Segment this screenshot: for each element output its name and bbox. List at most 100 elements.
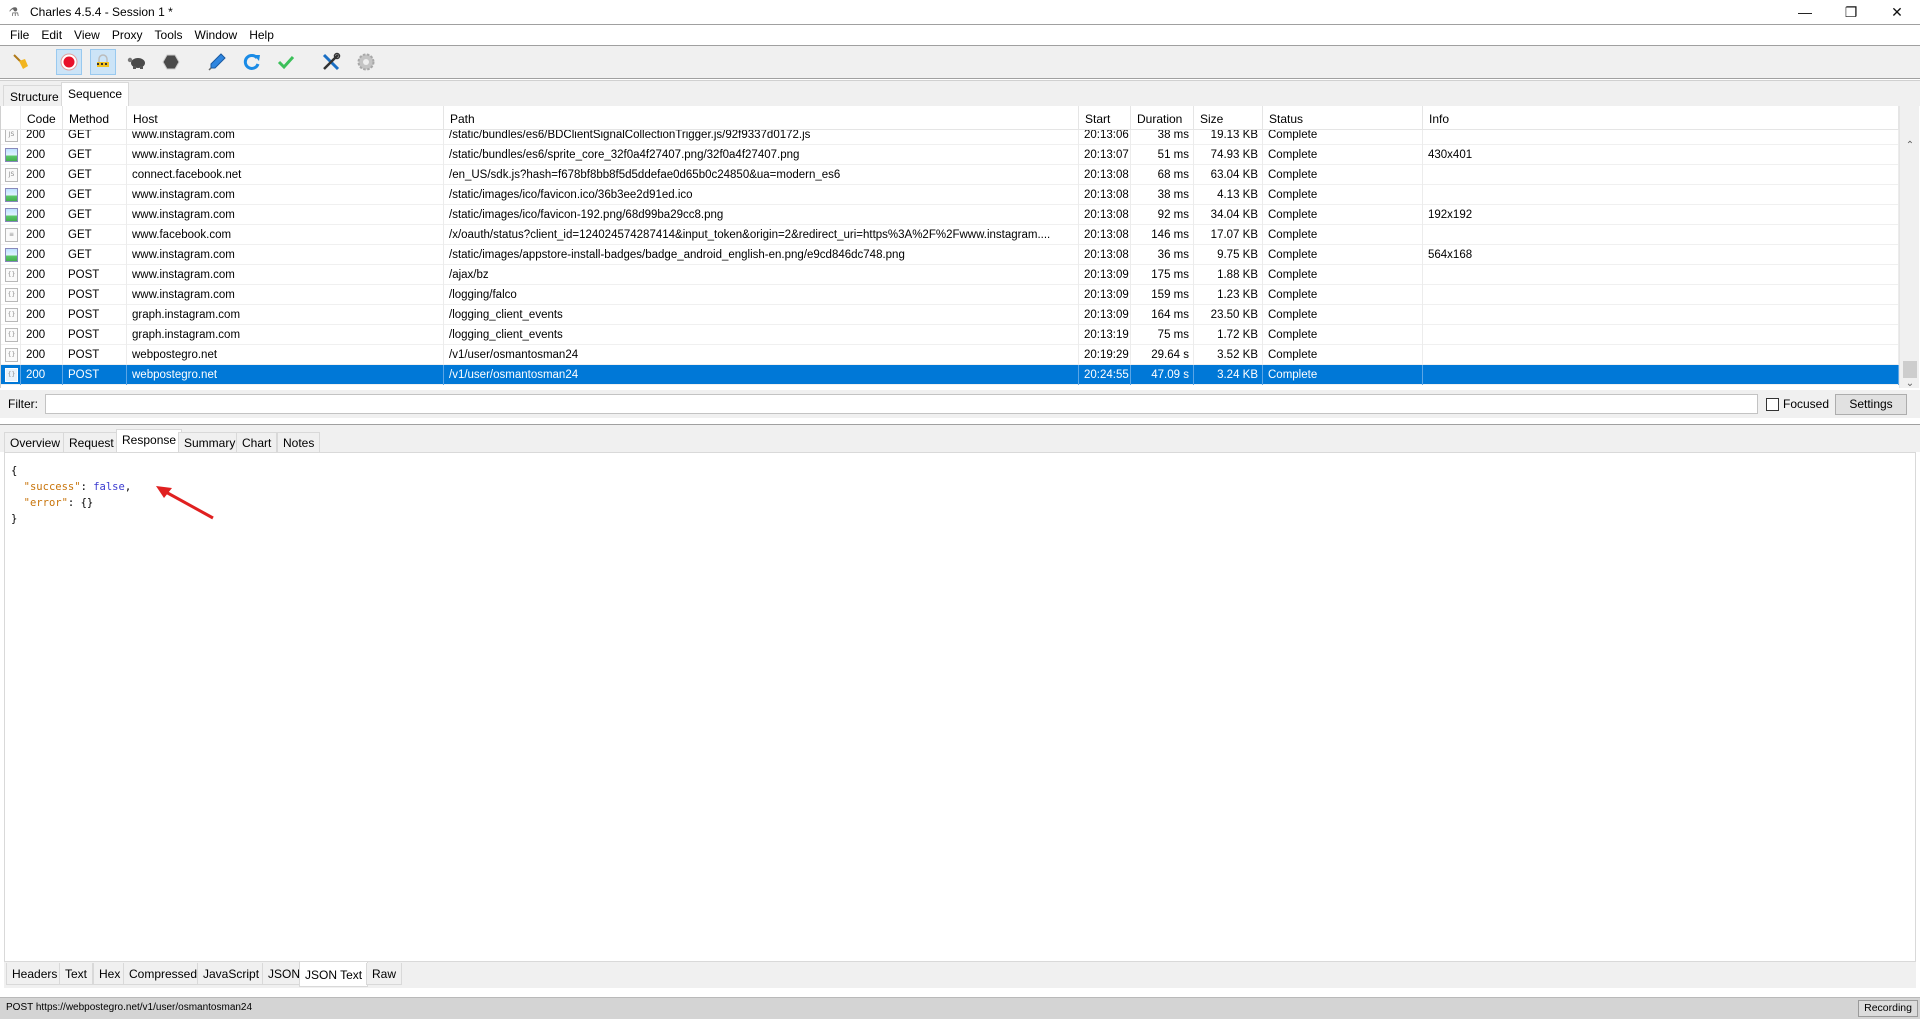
table-row-selected[interactable]: {} 200 POST webpostegro.net/v1/user/osmanto…	[1, 365, 1899, 385]
cell-size: 1.88 KB	[1194, 265, 1263, 285]
tab-summary[interactable]: Summary	[178, 432, 242, 452]
cell-host: www.instagram.com	[127, 205, 444, 225]
cell-path: /v1/user/osmantosman24	[444, 345, 1079, 365]
tab-raw[interactable]: Raw	[366, 963, 403, 985]
breakpoints-button[interactable]	[158, 49, 184, 75]
cell-path: /x/oauth/status?client_id=12402457428741…	[444, 225, 1079, 245]
json-punct	[11, 481, 24, 493]
filter-input[interactable]	[45, 394, 1758, 414]
menu-proxy[interactable]: Proxy	[106, 25, 149, 45]
table-row[interactable]: {} 200 POST webpostegro.net/v1/user/osmanto…	[1, 345, 1899, 365]
table-row[interactable]: 200 GET www.instagram.com/static/bundles/e…	[1, 145, 1899, 165]
table-row[interactable]: {} 200 POST www.instagram.com/ajax/bz 20:13:…	[1, 265, 1899, 285]
cell-host: www.instagram.com	[127, 145, 444, 165]
menu-tools[interactable]: Tools	[149, 25, 189, 45]
menu-help[interactable]: Help	[243, 25, 280, 45]
focused-label[interactable]: Focused	[1783, 397, 1829, 411]
cell-code: 200	[21, 325, 63, 345]
cell-method: POST	[63, 365, 127, 385]
cell-status: Complete	[1263, 345, 1423, 365]
column-header-duration[interactable]: Duration	[1131, 106, 1194, 130]
tab-hex[interactable]: Hex	[93, 963, 127, 985]
tab-notes[interactable]: Notes	[277, 432, 321, 452]
cell-path: /logging_client_events	[444, 305, 1079, 325]
tab-headers[interactable]: Headers	[6, 963, 64, 985]
cell-code: 200	[21, 265, 63, 285]
settings-toolbar-button[interactable]	[353, 49, 379, 75]
column-header-info[interactable]: Info	[1423, 106, 1899, 130]
cell-host: webpostegro.net	[127, 345, 444, 365]
column-header-size[interactable]: Size	[1194, 106, 1263, 130]
restore-button[interactable]: ❐	[1828, 0, 1874, 24]
throttling-button[interactable]	[124, 49, 150, 75]
tab-javascript[interactable]: JavaScript	[197, 963, 266, 985]
column-header-type[interactable]	[1, 106, 21, 130]
minimize-button[interactable]: —	[1782, 0, 1828, 24]
json-text[interactable]: { "success": false, "error": {}}	[11, 463, 131, 527]
scroll-down-icon[interactable]: ⌄	[1900, 376, 1920, 388]
tab-compressed[interactable]: Compressed	[123, 963, 204, 985]
column-header-path[interactable]: Path	[444, 106, 1079, 130]
tab-text[interactable]: Text	[59, 963, 94, 985]
column-header-start[interactable]: Start	[1079, 106, 1131, 130]
json-file-icon: {}	[5, 348, 18, 362]
table-row[interactable]: JS 200 GET connect.facebook.net/en_US/sdk.j…	[1, 165, 1899, 185]
scroll-up-icon[interactable]: ⌃	[1900, 138, 1920, 154]
menu-view[interactable]: View	[68, 25, 106, 45]
cell-size: 23.50 KB	[1194, 305, 1263, 325]
cell-info	[1423, 265, 1899, 285]
recording-indicator[interactable]: Recording	[1858, 1000, 1918, 1017]
json-file-icon: {}	[5, 268, 18, 282]
json-key: "success"	[23, 481, 81, 493]
menu-edit[interactable]: Edit	[35, 25, 68, 45]
tab-response[interactable]: Response	[116, 429, 183, 452]
table-row[interactable]: {} 200 POST graph.instagram.com/logging_cli…	[1, 325, 1899, 345]
table-row[interactable]: 200 GET www.instagram.com/static/images/ap…	[1, 245, 1899, 265]
column-header-method[interactable]: Method	[63, 106, 127, 130]
table-row[interactable]: 200 GET www.instagram.com/static/images/ic…	[1, 185, 1899, 205]
ssl-proxying-button[interactable]	[90, 49, 116, 75]
column-header-code[interactable]: Code	[21, 106, 63, 130]
tab-json-text[interactable]: JSON Text	[299, 962, 369, 987]
table-scrollbar[interactable]: ⌃ ⌄	[1899, 106, 1919, 388]
table-row[interactable]: JS 200 GET www.instagram.com/static/bundles…	[1, 130, 1899, 145]
tab-request[interactable]: Request	[63, 432, 120, 452]
minimize-icon: —	[1798, 4, 1812, 20]
focused-checkbox[interactable]	[1766, 398, 1779, 411]
cell-method: POST	[63, 345, 127, 365]
toolbar	[0, 46, 1920, 79]
validate-button[interactable]	[273, 49, 299, 75]
record-button[interactable]	[56, 49, 82, 75]
table-row[interactable]: {} 200 POST www.instagram.com/logging/falco…	[1, 285, 1899, 305]
cell-info	[1423, 365, 1899, 385]
table-row[interactable]: {} 200 POST graph.instagram.com/logging_cli…	[1, 305, 1899, 325]
menu-window[interactable]: Window	[189, 25, 244, 45]
cell-start: 20:13:08	[1079, 185, 1131, 205]
repeat-button[interactable]	[239, 49, 265, 75]
cell-method: GET	[63, 225, 127, 245]
cell-status: Complete	[1263, 145, 1423, 165]
tab-structure[interactable]: Structure	[3, 85, 66, 107]
tab-overview[interactable]: Overview	[4, 432, 67, 452]
cell-size: 19.13 KB	[1194, 130, 1263, 145]
cell-status: Complete	[1263, 130, 1423, 145]
clear-session-button[interactable]	[8, 49, 34, 75]
cell-type	[1, 145, 21, 165]
compose-button[interactable]	[204, 49, 230, 75]
response-body[interactable]: { "success": false, "error": {}}	[4, 452, 1916, 962]
column-header-status[interactable]: Status	[1263, 106, 1423, 130]
menu-file[interactable]: File	[4, 25, 35, 45]
gear-icon	[357, 53, 375, 71]
tab-sequence[interactable]: Sequence	[61, 82, 130, 107]
column-header-host[interactable]: Host	[127, 106, 444, 130]
tools-button[interactable]	[318, 49, 344, 75]
table-row[interactable]: 200 GET www.instagram.com/static/images/ic…	[1, 205, 1899, 225]
table-row[interactable]: ≡ 200 GET www.facebook.com/x/oauth/status?c…	[1, 225, 1899, 245]
close-button[interactable]: ✕	[1874, 0, 1920, 24]
cell-type: {}	[1, 265, 21, 285]
cell-info	[1423, 345, 1899, 365]
tab-chart[interactable]: Chart	[236, 432, 278, 452]
broom-icon	[13, 54, 28, 69]
filter-settings-button[interactable]: Settings	[1835, 394, 1907, 415]
cell-code: 200	[21, 245, 63, 265]
